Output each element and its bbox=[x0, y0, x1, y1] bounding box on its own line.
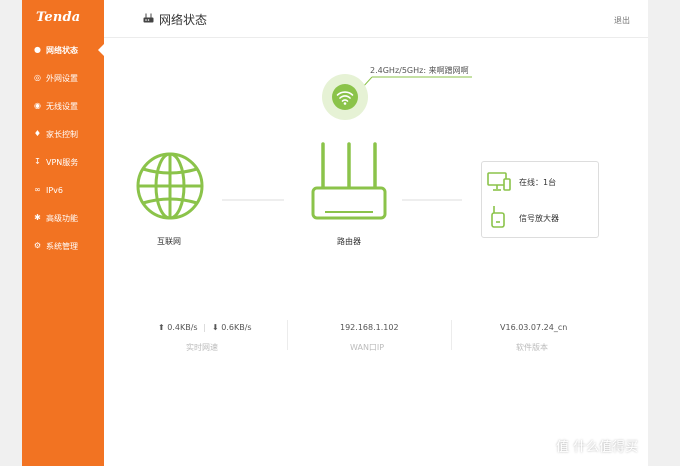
person-icon: ● bbox=[34, 45, 41, 54]
wan-ip-caption: WAN口IP bbox=[350, 343, 385, 352]
globe-icon bbox=[136, 152, 204, 220]
watermark: 值 什么值得买 bbox=[556, 440, 639, 455]
stats-divider bbox=[451, 320, 452, 350]
sidebar-item-label: 系统管理 bbox=[46, 241, 78, 251]
online-count-label: 在线：1台 bbox=[519, 178, 557, 187]
sidebar-item-wireless-settings[interactable]: ◉ 无线设置 bbox=[22, 95, 104, 117]
settings-icon: ⚙ bbox=[33, 241, 42, 250]
sidebar-item-label: 家长控制 bbox=[46, 129, 78, 139]
connected-devices-panel[interactable]: 在线：1台 信号放大器 bbox=[481, 161, 599, 238]
speed-caption: 实时网速 bbox=[186, 343, 218, 352]
sidebar-item-wan-settings[interactable]: ◎ 外网设置 bbox=[22, 67, 104, 89]
arrow-up-icon: ⬆ bbox=[158, 323, 165, 332]
sidebar-item-system[interactable]: ⚙ 系统管理 bbox=[22, 235, 104, 257]
sidebar-item-label: VPN服务 bbox=[46, 157, 79, 167]
page-header: 网络状态 退出 bbox=[104, 0, 648, 38]
router-icon[interactable] bbox=[311, 141, 387, 221]
extender-label: 信号放大器 bbox=[519, 214, 559, 223]
internet-label: 互联网 bbox=[157, 237, 181, 246]
sidebar-item-label: 网络状态 bbox=[46, 45, 78, 55]
wifi-ssid-label[interactable]: 2.4GHz/5GHz: 来啊蹭网啊 bbox=[370, 65, 469, 76]
firmware-caption: 软件版本 bbox=[516, 343, 548, 352]
sidebar-item-advanced[interactable]: ✱ 高级功能 bbox=[22, 207, 104, 229]
computer-icon bbox=[487, 172, 511, 191]
speed-separator: | bbox=[203, 323, 206, 332]
sidebar-item-network-status[interactable]: ● 网络状态 bbox=[22, 39, 105, 61]
wifi-status-button[interactable] bbox=[322, 74, 368, 120]
sidebar-item-label: 外网设置 bbox=[46, 73, 78, 83]
sidebar-item-vpn[interactable]: ↧ VPN服务 bbox=[22, 151, 104, 173]
signal-extender-icon bbox=[491, 206, 505, 228]
scrollbar[interactable] bbox=[648, 0, 680, 466]
wifi-icon: ◉ bbox=[34, 101, 41, 110]
globe-icon: ◎ bbox=[34, 73, 41, 82]
sidebar-item-label: IPv6 bbox=[46, 185, 64, 195]
sidebar-item-ipv6[interactable]: ∞ IPv6 bbox=[22, 179, 104, 201]
firmware-version: V16.03.07.24_cn bbox=[500, 323, 568, 332]
logout-link[interactable]: 退出 bbox=[614, 15, 630, 26]
download-icon: ↧ bbox=[34, 157, 41, 166]
sidebar: Tenda ● 网络状态 ◎ 外网设置 ◉ 无线设置 ♦ 家长控制 ↧ VPN服… bbox=[22, 0, 105, 466]
sidebar-item-label: 无线设置 bbox=[46, 101, 78, 111]
tenda-logo: Tenda bbox=[36, 10, 81, 25]
upload-speed: ⬆ 0.4KB/s bbox=[158, 323, 198, 332]
router-label: 路由器 bbox=[337, 237, 361, 246]
family-icon: ♦ bbox=[33, 129, 42, 138]
stats-divider bbox=[287, 320, 288, 350]
download-speed: ⬇ 0.6KB/s bbox=[212, 323, 252, 332]
page-title: 网络状态 bbox=[159, 13, 208, 27]
sidebar-item-parental-control[interactable]: ♦ 家长控制 bbox=[22, 123, 104, 145]
wan-ip-value: 192.168.1.102 bbox=[340, 323, 399, 332]
arrow-down-icon: ⬇ bbox=[212, 323, 219, 332]
link-icon: ∞ bbox=[34, 185, 41, 194]
sidebar-item-label: 高级功能 bbox=[46, 213, 78, 223]
tools-icon: ✱ bbox=[34, 213, 41, 222]
router-icon bbox=[143, 13, 154, 23]
